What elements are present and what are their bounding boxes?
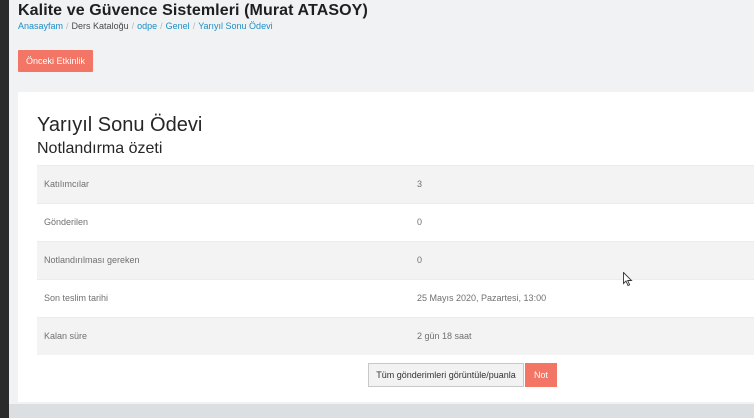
breadcrumb-item-catalog: Ders Kataloğu <box>71 21 129 31</box>
summary-value: 2 gün 18 saat <box>417 331 472 341</box>
summary-label: Gönderilen <box>44 217 89 227</box>
breadcrumb-item-home[interactable]: Anasayfam <box>18 21 63 31</box>
breadcrumb-separator: / <box>66 21 69 31</box>
summary-row-due-date: Son teslim tarihi 25 Mayıs 2020, Pazarte… <box>37 279 754 317</box>
summary-value: 0 <box>417 217 423 227</box>
window-edge <box>0 0 9 418</box>
page-header: Kalite ve Güvence Sistemleri (Murat ATAS… <box>18 2 368 32</box>
previous-activity-button[interactable]: Önceki Etkinlik <box>18 50 93 72</box>
grading-summary-table: Katılımcılar 3 Gönderilen 0 Notlandırılm… <box>37 165 754 355</box>
summary-label: Son teslim tarihi <box>44 293 109 303</box>
summary-label: Katılımcılar <box>44 179 90 189</box>
course-title: Kalite ve Güvence Sistemleri (Murat ATAS… <box>18 2 368 19</box>
summary-value: 3 <box>417 179 423 189</box>
breadcrumb-separator: / <box>192 21 196 31</box>
mouse-pointer-icon <box>623 272 633 287</box>
summary-label: Notlandırılması gereken <box>44 255 140 265</box>
page: Kalite ve Güvence Sistemleri (Murat ATAS… <box>0 0 754 418</box>
summary-row-participants: Katılımcılar 3 <box>37 165 754 203</box>
summary-value: 0 <box>417 255 423 265</box>
assignment-title: Yarıyıl Sonu Ödevi <box>37 114 203 136</box>
breadcrumb-item-course[interactable]: odpe <box>137 21 157 31</box>
breadcrumb-separator: / <box>131 21 135 31</box>
assignment-card: Yarıyıl Sonu Ödevi Notlandırma özeti Kat… <box>18 92 754 402</box>
grading-actions: Tüm gönderimleri görüntüle/puanla Not <box>18 363 754 387</box>
summary-label: Kalan süre <box>44 331 88 341</box>
page-footer-strip <box>9 404 754 418</box>
summary-value: 25 Mayıs 2020, Pazartesi, 13:00 <box>417 293 547 303</box>
view-all-submissions-button[interactable]: Tüm gönderimleri görüntüle/puanla <box>368 363 524 387</box>
breadcrumb-separator: / <box>160 21 163 31</box>
grading-summary-heading: Notlandırma özeti <box>37 140 163 157</box>
summary-row-needs-grading: Notlandırılması gereken 0 <box>37 241 754 279</box>
breadcrumb: Anasayfam / Ders Kataloğu / odpe / Genel / Yarıy… <box>18 21 368 32</box>
summary-row-submitted: Gönderilen 0 <box>37 203 754 241</box>
summary-row-time-remaining: Kalan süre 2 gün 18 saat <box>37 317 754 355</box>
breadcrumb-item-assignment[interactable]: Yarıyıl Sonu Ödevi <box>198 21 272 31</box>
breadcrumb-item-section[interactable]: Genel <box>166 21 190 31</box>
grade-button[interactable]: Not <box>525 363 557 387</box>
